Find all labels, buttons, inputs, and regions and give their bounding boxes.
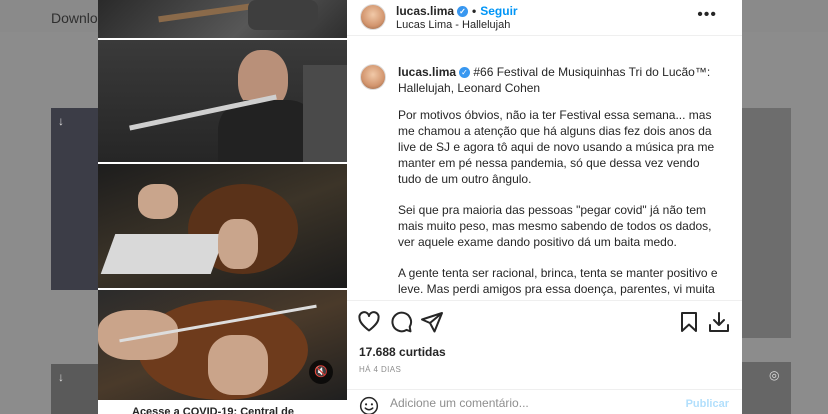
post-actions: 17.688 curtidas HÁ 4 DIAS Publicar (347, 300, 742, 414)
caption-paragraph: Sei que pra maioria das pessoas "pegar c… (398, 203, 712, 249)
caption-area[interactable]: lucas.lima ✓ #66 Festival de Musiquinhas … (347, 50, 742, 300)
caption-paragraph: Por motivos óbvios, não ia ter Festival … (398, 108, 715, 186)
download-arrow-icon: ↓ (58, 114, 64, 128)
background-tile (741, 108, 791, 338)
video-frame-2 (98, 40, 347, 162)
caption-paragraph: A gente tenta ser racional, brinca, tent… (398, 266, 718, 300)
heart-icon[interactable] (357, 310, 381, 334)
more-dots-icon[interactable]: ••• (697, 6, 717, 24)
media-caption: Acesse a COVID-19: Central de (98, 400, 347, 414)
background-tile: ↓ (51, 108, 101, 290)
verified-badge-icon: ✓ (459, 67, 471, 79)
publish-button[interactable]: Publicar (686, 398, 729, 410)
caption-username[interactable]: lucas.lima (398, 65, 456, 79)
covid-info-text[interactable]: Acesse a COVID-19: Central de (132, 406, 294, 414)
post-modal: 🔇 Acesse a COVID-19: Central de lucas.li… (98, 0, 742, 414)
download-arrow-icon: ↓ (58, 370, 64, 384)
background-tile: ◎ (741, 362, 791, 414)
comment-icon[interactable] (389, 310, 413, 334)
post-header: lucas.lima ✓ • Seguir Lucas Lima - Halleluj… (347, 0, 742, 36)
download-icon[interactable] (707, 310, 731, 334)
post-panel: lucas.lima ✓ • Seguir Lucas Lima - Halleluj… (347, 0, 742, 414)
mute-icon[interactable]: 🔇 (309, 360, 333, 384)
caption-title: lucas.lima ✓ #66 Festival de Musiquinhas … (398, 64, 718, 96)
emoji-icon[interactable] (359, 396, 379, 414)
caption-body: Por motivos óbvios, não ia ter Festival … (398, 107, 718, 300)
background-tile: ↓ (51, 364, 101, 414)
separator-dot: • (472, 4, 477, 18)
video-frame-1 (98, 0, 347, 38)
header-user-line: lucas.lima ✓ • Seguir (396, 4, 518, 18)
post-timestamp[interactable]: HÁ 4 DIAS (359, 365, 401, 374)
video-frame-3 (98, 164, 347, 288)
reels-icon: ◎ (769, 368, 780, 382)
comment-bar: Publicar (347, 389, 742, 414)
post-audio-subtitle[interactable]: Lucas Lima - Hallelujah (396, 19, 510, 31)
verified-badge-icon: ✓ (457, 6, 469, 18)
avatar[interactable] (360, 64, 386, 90)
post-media[interactable]: 🔇 Acesse a COVID-19: Central de (98, 0, 347, 414)
comment-input[interactable] (390, 396, 670, 410)
avatar[interactable] (360, 4, 386, 30)
share-icon[interactable] (420, 310, 444, 334)
likes-count[interactable]: 17.688 curtidas (359, 345, 446, 359)
bookmark-icon[interactable] (677, 310, 701, 334)
follow-button[interactable]: Seguir (480, 4, 517, 18)
video-frame-4 (98, 290, 347, 400)
username-link[interactable]: lucas.lima (396, 4, 454, 18)
